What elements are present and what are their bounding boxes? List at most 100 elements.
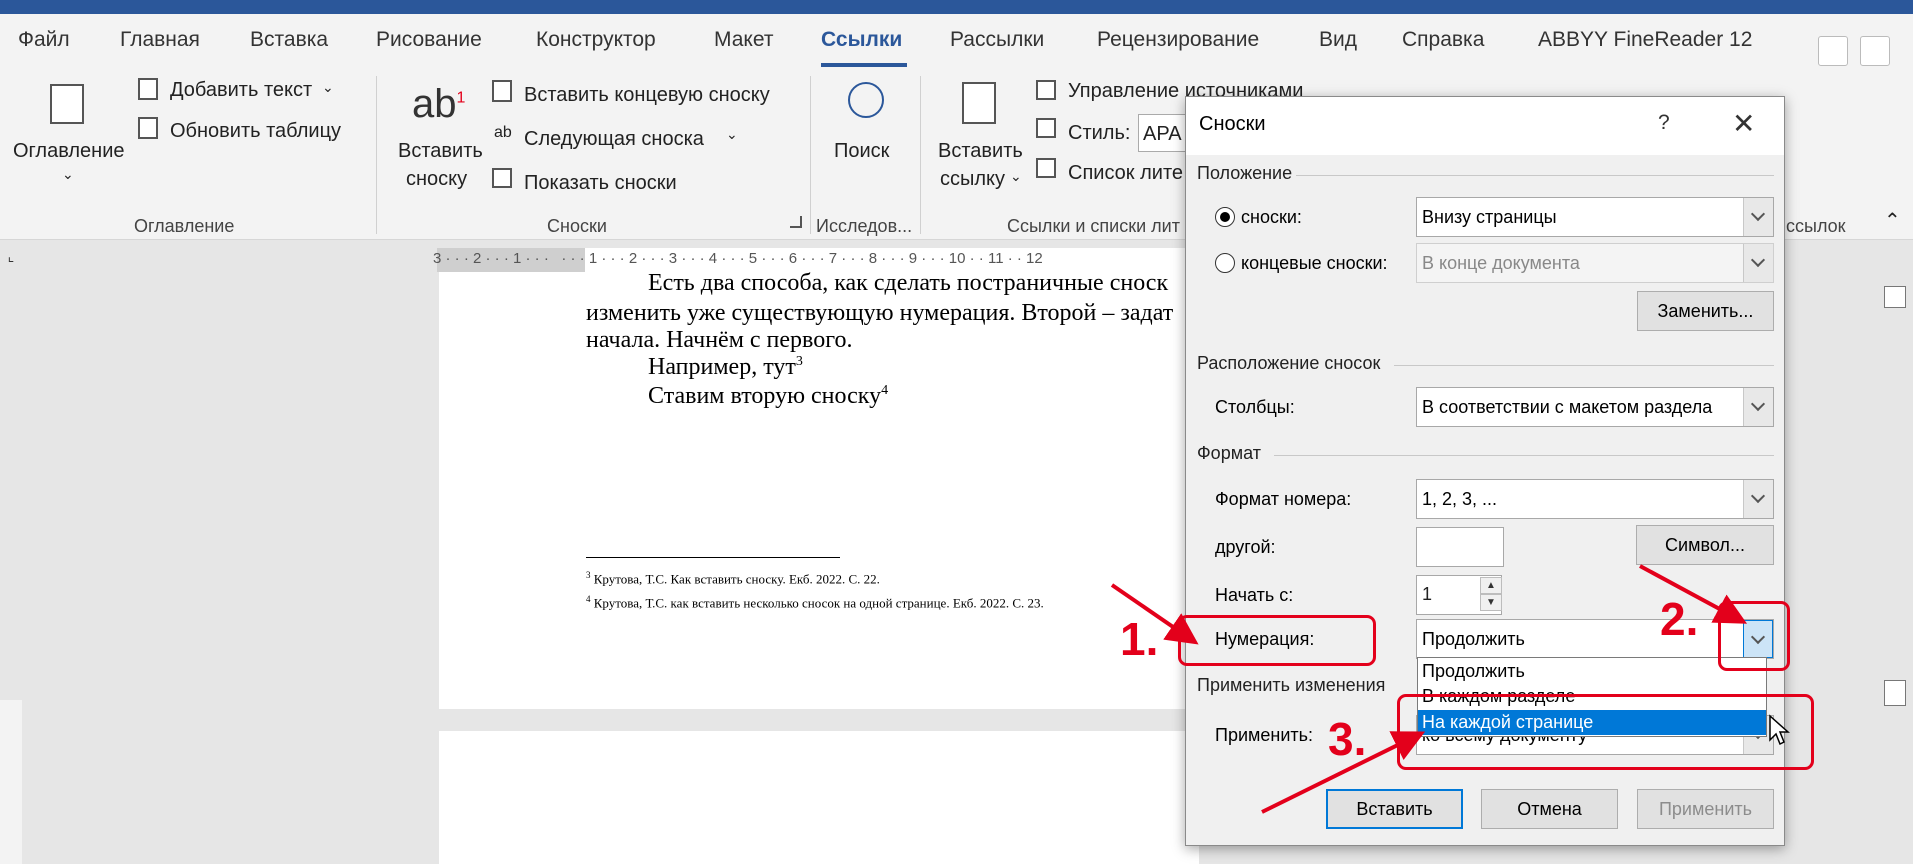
update-table-icon	[138, 117, 158, 139]
dropdown-button[interactable]	[1743, 480, 1773, 518]
symbol-button[interactable]: Символ...	[1636, 525, 1774, 565]
chevron-down-icon	[1750, 488, 1766, 504]
tab-help[interactable]: Справка	[1402, 28, 1484, 52]
endnotes-radio[interactable]	[1215, 253, 1235, 273]
mouse-pointer-icon	[1769, 714, 1790, 746]
tab-review[interactable]: Рецензирование	[1097, 28, 1259, 52]
insert-citation-icon	[962, 82, 996, 124]
section-apply-changes: Применить изменения	[1197, 675, 1386, 695]
chevron-down-icon[interactable]: ⌄	[726, 126, 738, 143]
vertical-ruler	[0, 700, 22, 864]
vertical-scrollbar[interactable]	[1876, 280, 1913, 864]
share-icon[interactable]	[1860, 36, 1890, 66]
tab-design[interactable]: Конструктор	[536, 28, 656, 52]
convert-button[interactable]: Заменить...	[1637, 291, 1774, 331]
footnotes-radio[interactable]	[1215, 207, 1235, 227]
footnotes-location-select[interactable]: Внизу страницы	[1416, 197, 1774, 237]
footnote: 4 Крутова, Т.С. как вставить несколько с…	[586, 594, 1044, 611]
footnotes-dialog-launcher[interactable]	[790, 216, 802, 228]
add-text-button[interactable]: Добавить текст	[170, 79, 312, 102]
tab-home[interactable]: Главная	[120, 28, 200, 52]
insert-citation-button-line1[interactable]: Вставить	[938, 140, 1023, 163]
group-separator	[376, 76, 377, 234]
tab-view[interactable]: Вид	[1319, 28, 1357, 52]
section-layout: Расположение сносок	[1197, 353, 1381, 373]
insert-footnote-icon: ab1	[412, 82, 466, 126]
custom-mark-label: другой:	[1215, 537, 1276, 557]
endnotes-label: концевые сноски:	[1241, 253, 1388, 273]
custom-mark-input[interactable]	[1416, 527, 1504, 567]
numbering-value: Продолжить	[1422, 629, 1525, 649]
dropdown-button[interactable]	[1743, 388, 1773, 426]
group-label-toc: Оглавление	[134, 216, 235, 236]
step-number-1: 1.	[1120, 613, 1159, 665]
search-button[interactable]: Поиск	[834, 140, 889, 163]
next-footnote-button[interactable]: Следующая сноска	[524, 128, 704, 151]
dropdown-button[interactable]	[1743, 198, 1773, 236]
footnote: 3 Крутова, Т.С. Как вставить сноску. Екб…	[586, 570, 880, 587]
columns-select[interactable]: В соответствии с макетом раздела	[1416, 387, 1774, 427]
tab-abbyy[interactable]: ABBYY FineReader 12	[1538, 28, 1752, 52]
spin-down-icon[interactable]: ▼	[1480, 594, 1502, 611]
step-number-2: 2.	[1660, 593, 1699, 645]
highlight-each-page-option	[1397, 694, 1814, 770]
scroll-thumb[interactable]	[1884, 680, 1906, 706]
style-select[interactable]: APA	[1138, 114, 1190, 152]
number-format-select[interactable]: 1, 2, 3, ...	[1416, 479, 1774, 519]
highlight-numbering-label	[1178, 615, 1376, 666]
apply-to-label: Применить:	[1215, 725, 1314, 745]
tab-selector-icon[interactable]: ⌞	[0, 248, 22, 272]
collapse-ribbon-icon[interactable]: ⌃	[1884, 208, 1901, 233]
ruler-ticks: 3 · · · 2 · · · 1 · · · · · · 1 · · · 2 …	[433, 250, 1043, 267]
comments-icon[interactable]	[1818, 36, 1848, 66]
group-label-footnotes: Сноски	[547, 216, 607, 236]
show-notes-button[interactable]: Показать сноски	[524, 172, 677, 195]
active-tab-indicator	[821, 63, 907, 67]
tab-references[interactable]: Ссылки	[821, 28, 902, 52]
doc-line: начала. Начнём с первого.	[586, 327, 853, 353]
insert-endnote-button[interactable]: Вставить концевую сноску	[524, 84, 770, 107]
insert-footnote-button-line2[interactable]: сноску	[406, 168, 467, 191]
section-divider	[1394, 365, 1774, 366]
chevron-down-icon	[1750, 252, 1766, 268]
tab-draw[interactable]: Рисование	[376, 28, 482, 52]
endnotes-location-select[interactable]: В конце документа	[1416, 243, 1774, 283]
dropdown-button[interactable]	[1743, 244, 1773, 282]
group-separator	[810, 76, 811, 234]
insert-citation-button-line2[interactable]: ссылку	[940, 168, 1005, 191]
insert-footnote-button-line1[interactable]: Вставить	[398, 140, 483, 163]
group-label-research: Исследов...	[816, 216, 913, 236]
highlight-dropdown-button	[1718, 601, 1790, 671]
scroll-up-icon[interactable]	[1884, 286, 1906, 308]
chevron-down-icon[interactable]: ⌄	[322, 79, 334, 96]
columns-value: В соответствии с макетом раздела	[1422, 397, 1713, 417]
help-icon[interactable]: ?	[1658, 111, 1670, 135]
title-bar	[0, 0, 1913, 14]
spin-up-icon[interactable]: ▲	[1480, 577, 1502, 594]
footnotes-label: сноски:	[1241, 207, 1302, 227]
chevron-down-icon	[1750, 396, 1766, 412]
insert-button[interactable]: Вставить	[1326, 789, 1463, 829]
tab-insert[interactable]: Вставка	[250, 28, 328, 52]
toc-button[interactable]: Оглавление	[13, 140, 125, 163]
tab-layout[interactable]: Макет	[714, 28, 773, 52]
tab-mailings[interactable]: Рассылки	[950, 28, 1044, 52]
insert-endnote-icon	[492, 80, 512, 102]
dialog-title: Сноски	[1199, 113, 1266, 135]
update-table-button[interactable]: Обновить таблицу	[170, 120, 341, 143]
cancel-button[interactable]: Отмена	[1481, 789, 1618, 829]
number-format-value: 1, 2, 3, ...	[1422, 489, 1498, 509]
apply-button[interactable]: Применить	[1637, 789, 1774, 829]
section-format: Формат	[1197, 443, 1261, 463]
bibliography-button[interactable]: Список лите	[1068, 162, 1183, 185]
chevron-down-icon	[1750, 206, 1766, 222]
chevron-down-icon[interactable]: ⌄	[1010, 168, 1022, 185]
dialog-titlebar	[1186, 97, 1784, 155]
close-icon[interactable]: ✕	[1732, 107, 1755, 140]
tab-file[interactable]: Файл	[18, 28, 70, 52]
chevron-down-icon[interactable]: ⌄	[62, 166, 74, 183]
group-label-tail: ссылок	[1786, 216, 1846, 236]
group-separator	[920, 76, 921, 234]
document-page[interactable]	[439, 731, 1199, 864]
numbering-option[interactable]: Продолжить	[1418, 659, 1766, 684]
